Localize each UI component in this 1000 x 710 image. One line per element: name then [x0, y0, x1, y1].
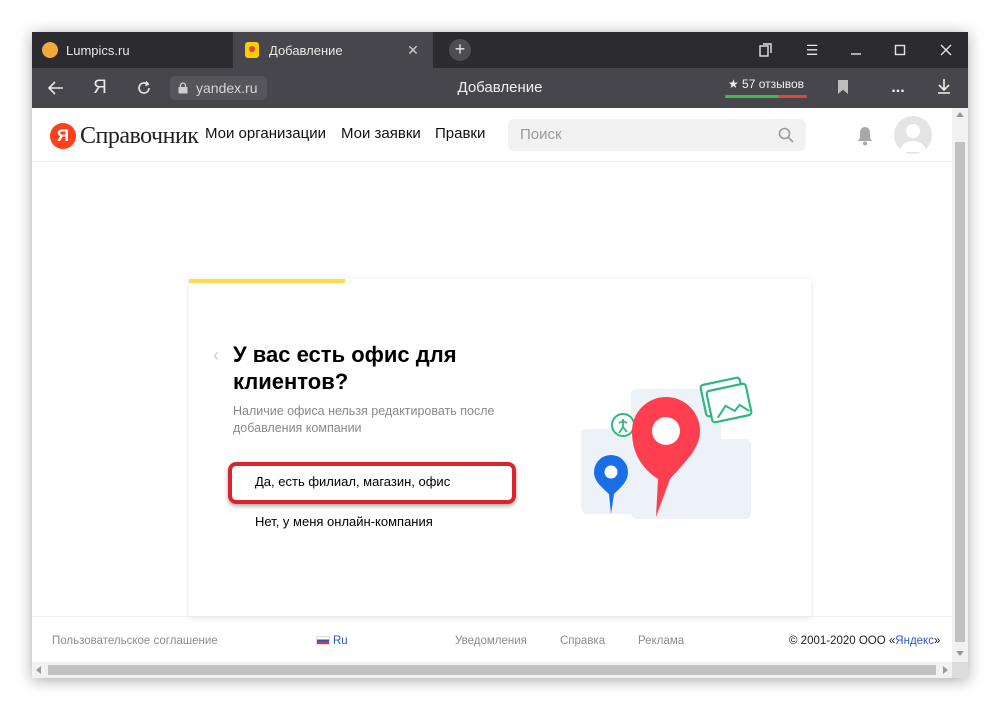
- footer-copyright: © 2001-2020 ООО «Яндекс»: [789, 635, 940, 647]
- option-no-online[interactable]: Нет, у меня онлайн-компания: [233, 503, 509, 541]
- photos-icon: [699, 376, 753, 424]
- footer-language[interactable]: Ru: [316, 635, 348, 647]
- russia-flag-icon: [316, 636, 330, 645]
- close-icon[interactable]: ✕: [405, 42, 421, 58]
- maximize-icon[interactable]: [882, 32, 918, 68]
- progress-bar: [189, 279, 345, 283]
- url-domain: yandex.ru: [196, 80, 258, 96]
- minimize-icon[interactable]: [838, 32, 874, 68]
- tab-lumpics[interactable]: Lumpics.ru: [32, 32, 230, 68]
- yandex-link[interactable]: Яндекс: [895, 635, 934, 647]
- rating-bar: [725, 95, 807, 98]
- scroll-up-arrow[interactable]: [956, 112, 964, 117]
- nav-my-requests[interactable]: Мои заявки: [341, 125, 421, 142]
- tab-bar: Lumpics.ru Добавление ✕ + ☰: [32, 32, 968, 68]
- bookmark-icon[interactable]: [838, 80, 848, 94]
- browser-window: Lumpics.ru Добавление ✕ + ☰ Добавление Я: [32, 32, 968, 678]
- nav-my-organizations[interactable]: Мои организации: [205, 125, 326, 142]
- site-footer: Пользовательское соглашение Ru Уведомлен…: [32, 616, 952, 662]
- back-chevron-icon[interactable]: ‹: [213, 345, 219, 366]
- avatar[interactable]: [894, 116, 932, 154]
- language-label: Ru: [333, 635, 348, 647]
- scroll-thumb-horizontal[interactable]: [48, 665, 936, 675]
- map-pins-illustration: [581, 376, 753, 519]
- address-bar: Добавление Я yandex.ru ★ 57 отзывов ...: [32, 68, 968, 108]
- close-window-icon[interactable]: [928, 32, 964, 68]
- footer-agreement-link[interactable]: Пользовательское соглашение: [52, 635, 218, 647]
- logo-text: Справочник: [80, 122, 199, 149]
- tab-dobavlenie[interactable]: Добавление ✕: [233, 32, 433, 68]
- reviews-button[interactable]: ★ 57 отзывов: [723, 74, 809, 100]
- url-field[interactable]: yandex.ru: [170, 76, 268, 100]
- nav-edits[interactable]: Правки: [435, 125, 485, 142]
- question-subtitle: Наличие офиса нельзя редактировать после…: [233, 404, 495, 435]
- reload-icon[interactable]: [128, 68, 160, 108]
- scroll-down-arrow[interactable]: [956, 651, 964, 656]
- yandex-logo-icon: Я: [50, 123, 76, 149]
- download-icon[interactable]: [934, 76, 954, 100]
- orange-circle-icon: [42, 42, 58, 58]
- tab-collections-icon[interactable]: [748, 32, 784, 68]
- copyright-prefix: © 2001-2020 ООО «: [789, 635, 896, 647]
- vertical-scrollbar[interactable]: [952, 108, 968, 662]
- question-card: ‹ У вас есть офис для клиентов? Наличие …: [189, 279, 811, 617]
- search-icon[interactable]: [778, 127, 794, 143]
- site-header: Я Справочник Мои организации Мои заявки …: [32, 108, 952, 162]
- footer-notifications-link[interactable]: Уведомления: [455, 635, 527, 647]
- page-viewport: Я Справочник Мои организации Мои заявки …: [32, 108, 952, 662]
- spravochnik-logo[interactable]: Я Справочник: [50, 122, 199, 150]
- yandex-sprav-icon: [245, 42, 259, 58]
- more-icon[interactable]: ...: [888, 76, 908, 100]
- scroll-right-arrow[interactable]: [943, 666, 948, 674]
- reviews-label: ★ 57 отзывов: [727, 77, 805, 91]
- search-input[interactable]: Поиск: [508, 119, 806, 151]
- new-tab-button[interactable]: +: [449, 39, 471, 61]
- footer-ads-link[interactable]: Реклама: [638, 635, 684, 647]
- red-highlight-frame: [228, 462, 516, 504]
- scrollbar-corner: [952, 662, 968, 678]
- lock-icon: [178, 82, 188, 94]
- menu-icon[interactable]: ☰: [794, 32, 830, 68]
- footer-help-link[interactable]: Справка: [560, 635, 605, 647]
- question-title: У вас есть офис для клиентов?: [233, 342, 457, 394]
- tab-title: Добавление: [269, 42, 343, 58]
- back-icon[interactable]: [40, 68, 72, 108]
- search-placeholder: Поиск: [520, 126, 562, 143]
- bell-icon[interactable]: [856, 126, 874, 146]
- yandex-home-button[interactable]: Я: [84, 68, 116, 108]
- walking-person-icon: [611, 413, 635, 437]
- horizontal-scrollbar[interactable]: [32, 662, 952, 678]
- copyright-suffix: »: [933, 635, 941, 647]
- scroll-thumb[interactable]: [955, 142, 965, 642]
- tab-title: Lumpics.ru: [66, 42, 130, 58]
- scroll-left-arrow[interactable]: [36, 666, 41, 674]
